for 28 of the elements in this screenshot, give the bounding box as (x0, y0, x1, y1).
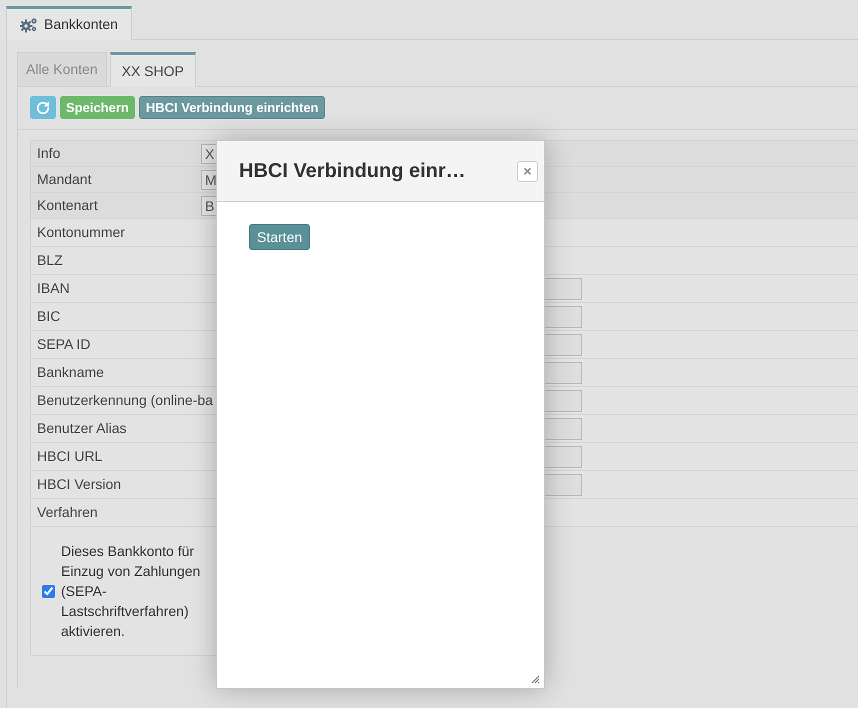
field-label: IBAN (36, 279, 71, 298)
refresh-icon (36, 100, 50, 114)
hbci-setup-button[interactable]: HBCI Verbindung einrichten (138, 96, 326, 119)
field-label: Verfahren (36, 503, 99, 522)
field-label: Info (36, 144, 62, 163)
field-label: Bankname (36, 363, 105, 382)
bankkonten-tab[interactable]: Bankkonten (6, 6, 132, 40)
sepa-checkbox-label: Dieses Bankkonto für Einzug von Zahlungen (SEPA-Lastschriftverfahren) aktivieren. (61, 542, 202, 641)
field-label: HBCI Version (36, 475, 122, 494)
field-label: Kontenart (36, 196, 99, 215)
field-label: HBCI URL (36, 447, 104, 466)
dialog-title: HBCI Verbindung einr… (239, 159, 466, 184)
save-button[interactable]: Speichern (60, 96, 135, 119)
tab[interactable]: XX SHOP (110, 52, 196, 87)
field-label: Mandant (36, 170, 92, 189)
start-button[interactable]: Starten (249, 224, 310, 250)
field-label: Benutzer Alias (36, 419, 128, 438)
sepa-checkbox[interactable] (42, 584, 55, 598)
resize-handle-icon (531, 675, 540, 684)
field-label: SEPA ID (36, 335, 92, 354)
field-label: Kontonummer (36, 223, 126, 242)
refresh-button[interactable] (30, 96, 56, 119)
gears-icon (20, 16, 38, 32)
close-button[interactable]: × (517, 160, 538, 182)
field-label: BLZ (36, 251, 64, 270)
tab[interactable]: Alle Konten (17, 52, 107, 86)
field-label: Benutzerkennung (online-ba (36, 391, 214, 410)
field-label: BIC (36, 307, 62, 326)
